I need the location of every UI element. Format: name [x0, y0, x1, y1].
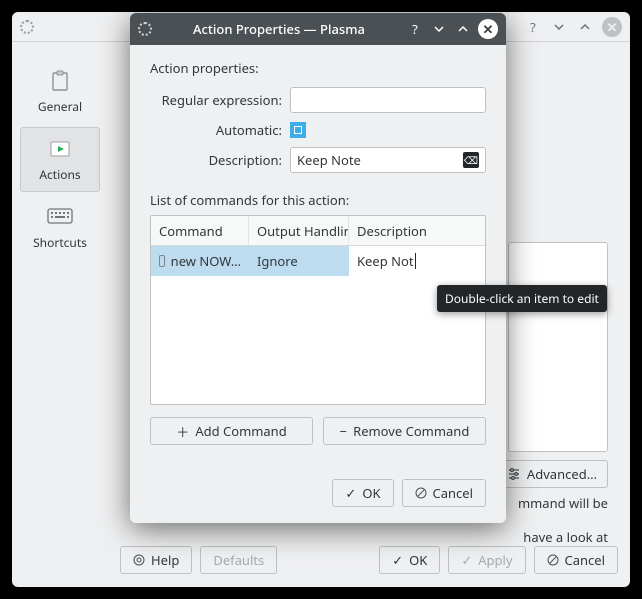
col-description[interactable]: Description [349, 216, 485, 245]
button-label: OK [362, 484, 380, 502]
table-header: Command Output Handling Description [151, 216, 485, 246]
minimize-icon[interactable] [550, 18, 568, 36]
advanced-button[interactable]: Advanced… [496, 460, 608, 488]
sidebar-item-label: Shortcuts [33, 234, 87, 251]
close-icon[interactable]: ✕ [602, 17, 622, 37]
close-icon[interactable]: ✕ [478, 19, 498, 39]
button-label: Cancel [433, 484, 473, 502]
edit-hint-tooltip: Double-click an item to edit [437, 285, 607, 312]
dialog-ok-button[interactable]: ✓ OK [332, 479, 393, 507]
actions-list-panel [508, 242, 608, 452]
automatic-checkbox[interactable] [290, 122, 306, 138]
cancel-button[interactable]: Cancel [534, 546, 618, 574]
text-caret [415, 253, 416, 269]
automatic-label: Automatic: [150, 121, 290, 139]
description-input[interactable]: Keep Note ⌫ [290, 147, 486, 173]
regex-label: Regular expression: [150, 91, 290, 109]
dialog-titlebar: Action Properties — Plasma ? ✕ [130, 13, 506, 45]
cancel-icon [547, 554, 559, 566]
table-row[interactable]: new NOW… Ignore Keep Not [151, 246, 485, 276]
sidebar-item-actions[interactable]: Actions [20, 127, 100, 192]
check-icon: ✓ [392, 551, 403, 569]
col-output[interactable]: Output Handling [249, 216, 349, 245]
cell-output: Ignore [257, 252, 298, 270]
app-icon [138, 22, 152, 36]
dialog-cancel-button[interactable]: Cancel [402, 479, 486, 507]
expand-icon[interactable] [454, 20, 472, 38]
help-button[interactable]: Help [120, 546, 192, 574]
button-label: Add Command [195, 422, 286, 440]
help-icon [133, 554, 145, 566]
sidebar-item-shortcuts[interactable]: Shortcuts [20, 196, 100, 259]
apply-button[interactable]: ✓ Apply [448, 546, 525, 574]
commands-list-label: List of commands for this action: [150, 191, 486, 209]
cell-description-editing[interactable]: Keep Not [357, 252, 414, 270]
button-label: Apply [478, 551, 512, 569]
description-label: Description: [150, 151, 290, 169]
sidebar-item-general[interactable]: General [20, 60, 100, 123]
button-label: Help [151, 551, 179, 569]
clear-icon[interactable]: ⌫ [463, 152, 479, 168]
clipboard-icon [46, 68, 74, 94]
check-icon: ✓ [345, 484, 356, 502]
app-icon [20, 20, 34, 34]
plus-icon: ＋ [176, 422, 189, 441]
command-icon [159, 255, 165, 267]
keyboard-icon [46, 204, 74, 230]
commands-table[interactable]: Command Output Handling Description new … [150, 215, 486, 405]
play-icon [46, 136, 74, 162]
maximize-icon[interactable] [576, 18, 594, 36]
description-value: Keep Note [297, 151, 361, 169]
regex-input[interactable] [290, 87, 486, 113]
add-command-button[interactable]: ＋ Add Command [150, 417, 313, 445]
cell-command: new NOW… [171, 252, 241, 270]
sidebar-item-label: Actions [39, 166, 80, 183]
dialog-title: Action Properties — Plasma [158, 20, 400, 38]
sliders-icon [507, 467, 521, 481]
check-icon: ✓ [461, 551, 472, 569]
button-label: Remove Command [353, 422, 469, 440]
settings-sidebar: General Actions Shortcuts [12, 42, 108, 587]
collapse-icon[interactable] [430, 20, 448, 38]
hint-text-1: mmand will be [518, 494, 608, 512]
defaults-button[interactable]: Defaults [200, 546, 277, 574]
ok-button[interactable]: ✓ OK [379, 546, 440, 574]
remove-command-button[interactable]: − Remove Command [323, 417, 486, 445]
action-properties-dialog: Action Properties — Plasma ? ✕ Action pr… [130, 13, 506, 523]
advanced-label: Advanced… [527, 465, 597, 483]
help-icon[interactable]: ? [524, 18, 542, 36]
section-title: Action properties: [150, 59, 486, 77]
sidebar-item-label: General [38, 98, 82, 115]
help-icon[interactable]: ? [406, 20, 424, 38]
back-button-bar: Help Defaults ✓ OK ✓ Apply [120, 545, 618, 575]
button-label: OK [409, 551, 427, 569]
hint-text-2: have a look at [523, 528, 608, 546]
cancel-icon [415, 487, 427, 499]
button-label: Cancel [565, 551, 605, 569]
minus-icon: − [340, 422, 347, 440]
col-command[interactable]: Command [151, 216, 249, 245]
button-label: Defaults [213, 551, 264, 569]
